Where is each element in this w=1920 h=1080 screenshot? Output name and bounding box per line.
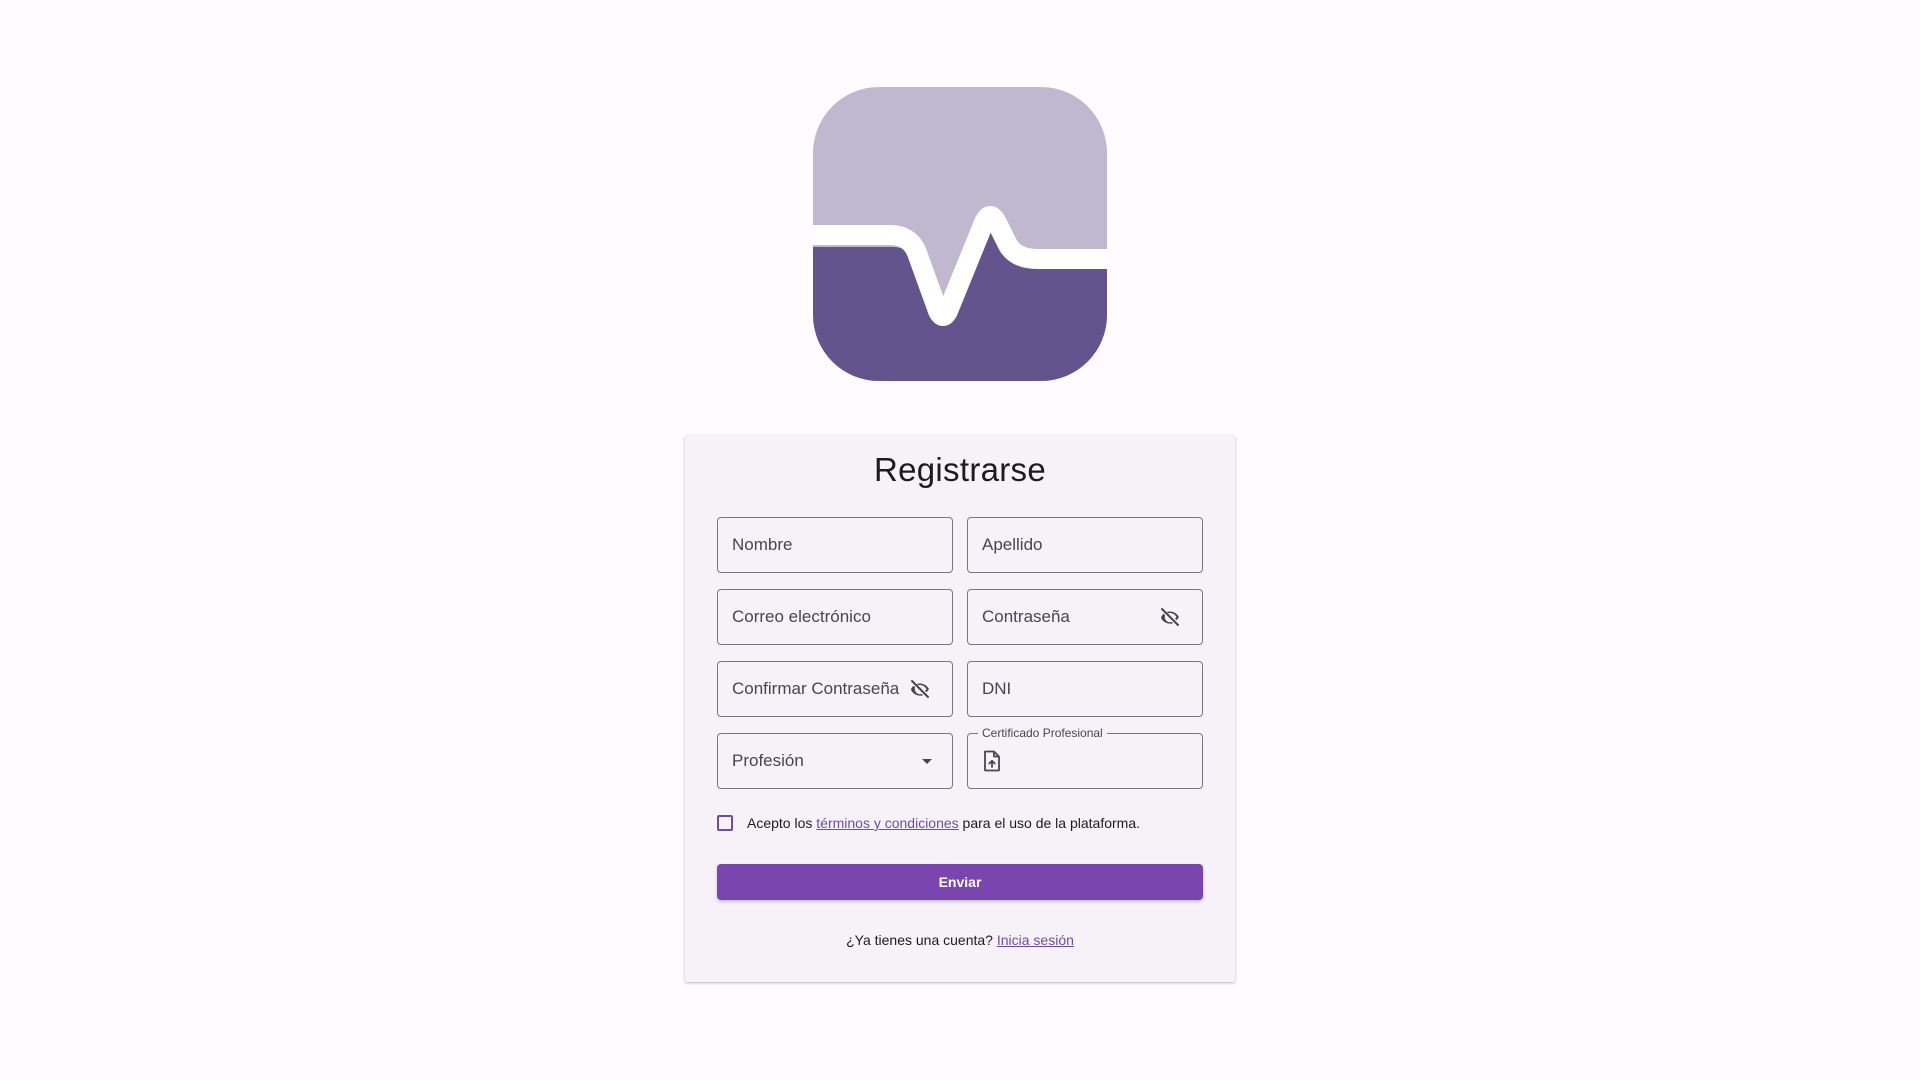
first-name-field[interactable]: Nombre (717, 517, 953, 573)
terms-row: Acepto los términos y condiciones para e… (717, 815, 1140, 831)
terms-checkbox[interactable] (717, 815, 733, 831)
login-prompt-row: ¿Ya tienes una cuenta? Inicia sesión (685, 932, 1235, 948)
password-label: Contraseña (982, 607, 1070, 626)
profession-label: Profesión (732, 751, 804, 770)
profession-select[interactable]: Profesión (717, 733, 953, 789)
last-name-field[interactable]: Apellido (967, 517, 1203, 573)
page-title: Registrarse (873, 451, 1047, 488)
terms-link[interactable]: términos y condiciones (816, 815, 958, 831)
arrow-drop-down-icon (922, 758, 932, 764)
confirm-password-label: Confirmar Contraseña (732, 679, 900, 698)
app-logo (800, 75, 1120, 395)
email-field[interactable]: Correo electrónico (717, 589, 953, 645)
email-label: Correo electrónico (732, 607, 871, 626)
register-page: Registrarse Nombre Apellido Correo elect… (0, 0, 1920, 1080)
submit-button[interactable]: Enviar (717, 864, 1203, 900)
terms-prefix: Acepto los (747, 815, 817, 831)
register-form: Nombre Apellido Correo electrónico Contr… (717, 517, 1203, 789)
password-field[interactable]: Contraseña (967, 589, 1203, 645)
login-prompt: ¿Ya tienes una cuenta? (846, 932, 997, 948)
heartbeat-logo-icon (813, 87, 1107, 381)
login-link[interactable]: Inicia sesión (997, 932, 1074, 948)
register-card: Registrarse Nombre Apellido Correo elect… (685, 435, 1235, 982)
last-name-label: Apellido (982, 535, 1043, 554)
visibility-off-icon[interactable] (1158, 605, 1182, 629)
file-upload-icon[interactable] (980, 749, 1004, 773)
dni-label: DNI (982, 679, 1012, 698)
certificate-upload-field[interactable]: Certificado Profesional (967, 726, 1203, 789)
confirm-password-field[interactable]: Confirmar Contraseña (717, 661, 953, 717)
certificate-label: Certificado Profesional (978, 726, 1107, 740)
terms-suffix: para el uso de la plataforma. (958, 815, 1141, 831)
dni-field[interactable]: DNI (967, 661, 1203, 717)
visibility-off-icon[interactable] (908, 677, 932, 701)
first-name-label: Nombre (732, 535, 793, 554)
